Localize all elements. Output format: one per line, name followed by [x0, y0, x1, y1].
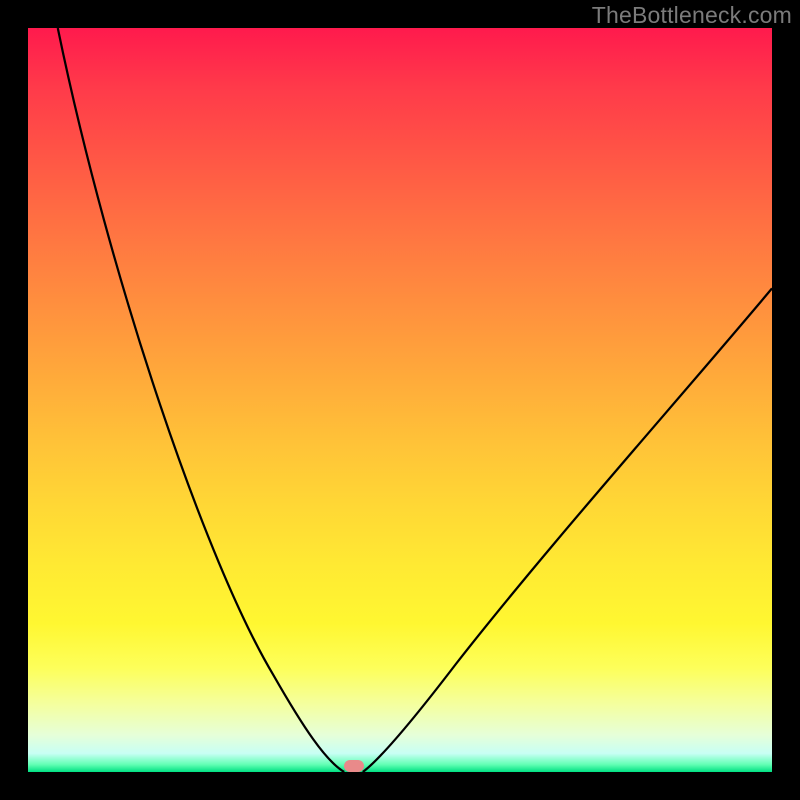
min-point-marker	[344, 760, 364, 772]
bottleneck-curve	[28, 28, 772, 772]
curve-left-branch	[58, 28, 344, 772]
plot-area	[28, 28, 772, 772]
curve-right-branch	[363, 288, 772, 772]
watermark-text: TheBottleneck.com	[592, 2, 792, 29]
chart-frame: TheBottleneck.com	[0, 0, 800, 800]
